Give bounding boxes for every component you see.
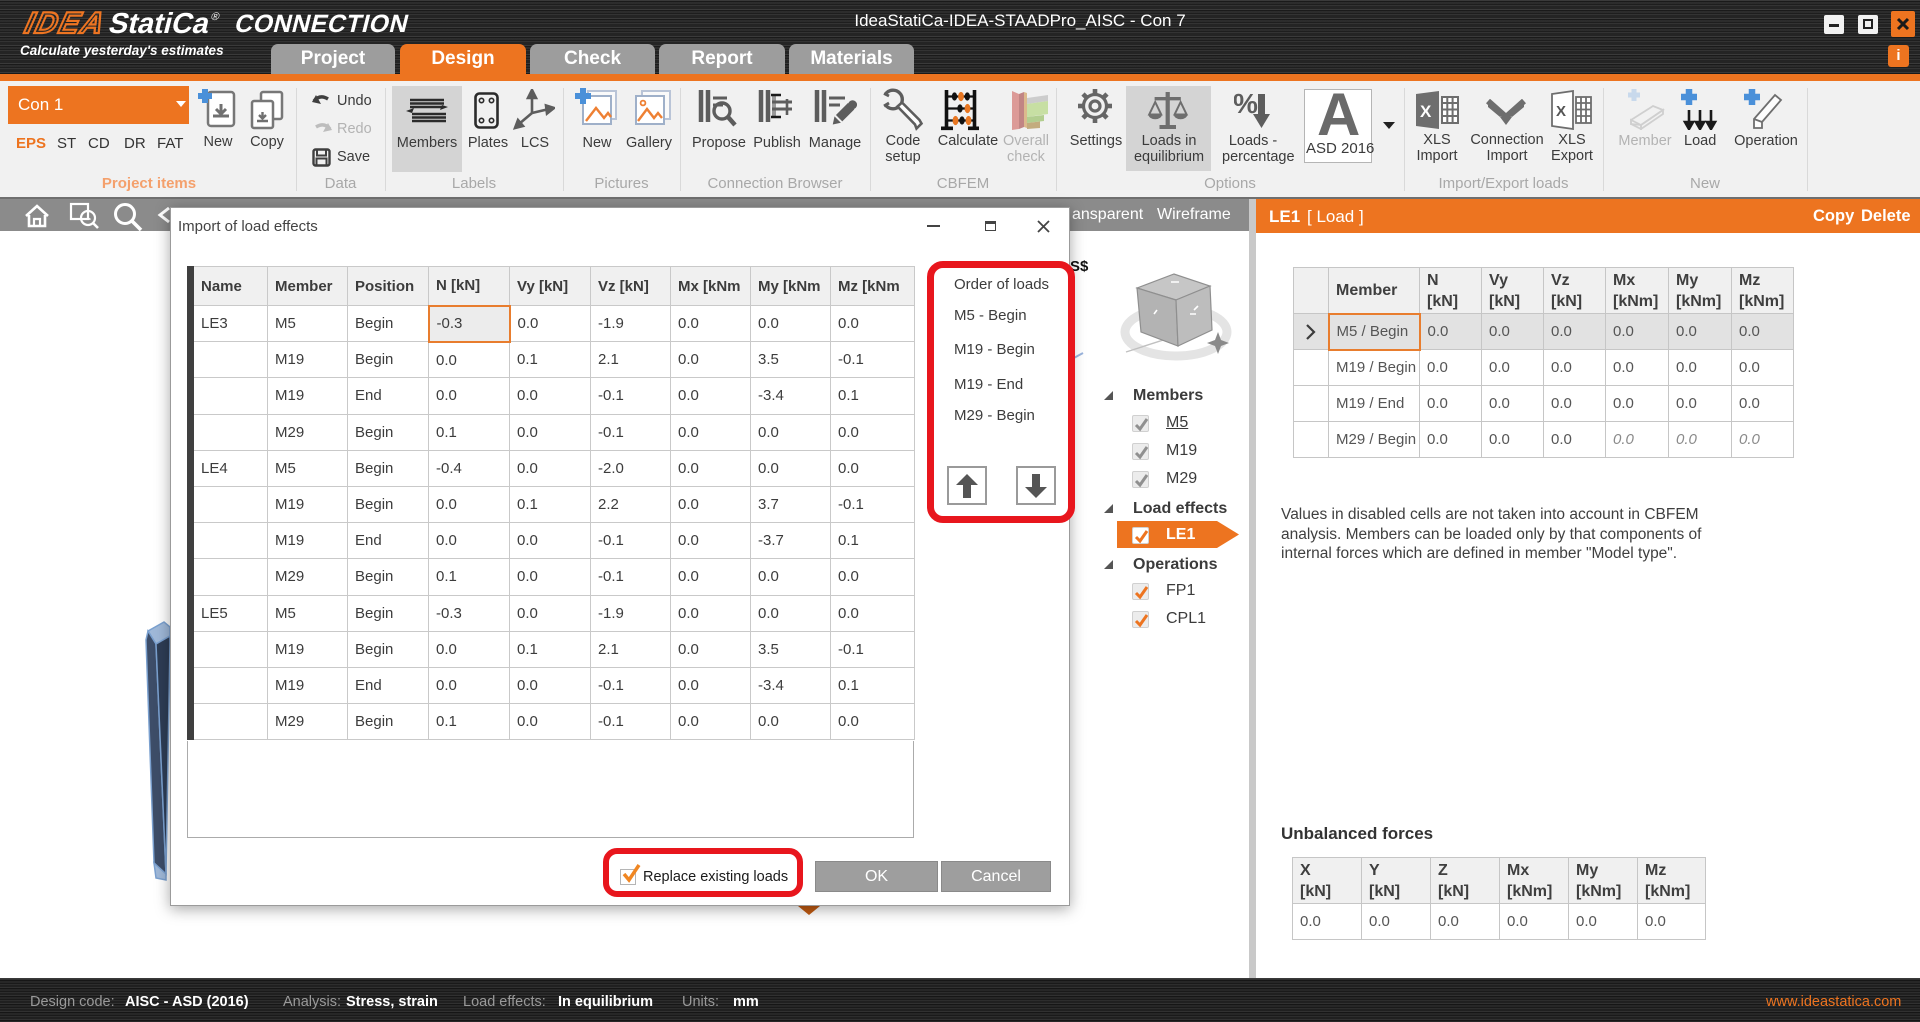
svg-text:®: ® <box>210 11 222 23</box>
svg-text:IDEA: IDEA <box>22 6 110 39</box>
svg-text:CONNECTION: CONNECTION <box>232 10 412 38</box>
svg-text:X: X <box>1556 103 1566 120</box>
svg-text:X: X <box>1420 102 1432 121</box>
svg-text:StatiCa: StatiCa <box>106 7 215 39</box>
